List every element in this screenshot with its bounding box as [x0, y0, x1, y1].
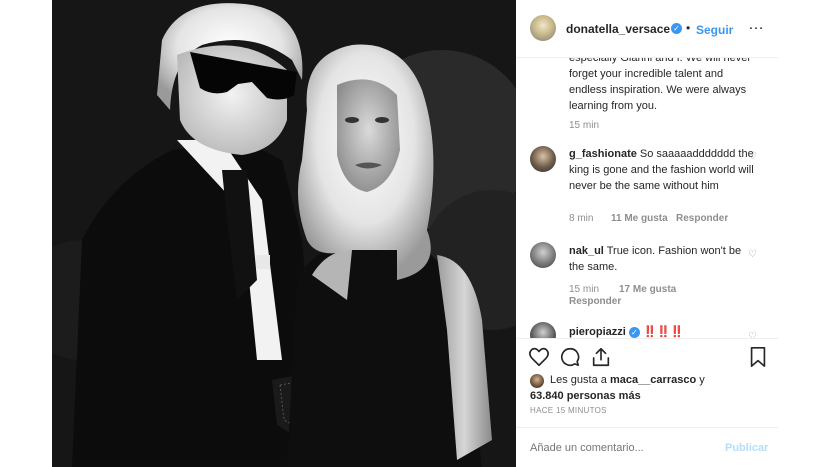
liker-username[interactable]: maca__carrasco [610, 374, 696, 386]
add-comment-bar: Publicar [516, 427, 778, 467]
verified-badge-icon: ✓ [671, 23, 682, 34]
action-bar [516, 340, 778, 376]
post-photo[interactable] [52, 0, 516, 467]
save-bookmark-icon[interactable] [748, 346, 768, 368]
post-photo-image [52, 0, 516, 467]
comment-likes[interactable]: 17 Me gusta [619, 284, 676, 295]
list-item: g_fashionate So saaaaaddddddd the king i… [569, 146, 754, 194]
commenter-avatar[interactable] [530, 322, 556, 338]
like-comment-heart-icon[interactable]: ♡ [748, 250, 758, 260]
likes-count[interactable]: 63.840 personas más [530, 390, 641, 402]
commenter-username[interactable]: nak_ul [569, 245, 604, 257]
commenter-avatar[interactable] [530, 242, 556, 268]
list-item: nak_ul True icon. Fashion won't be the s… [569, 243, 754, 275]
commenter-username[interactable]: g_fashionate [569, 148, 637, 160]
follow-button[interactable]: Seguir [696, 23, 733, 37]
author-username[interactable]: donatella_versace [566, 22, 670, 36]
list-item: pieropiazzi ✓ ‼️‼️‼️ [569, 324, 759, 338]
reply-button[interactable]: Responder [569, 296, 621, 307]
author-avatar[interactable] [530, 15, 556, 41]
likes-connector: y [699, 374, 705, 386]
comment-bubble-icon[interactable] [559, 346, 581, 368]
post-timestamp: HACE 15 MINUTOS [530, 406, 607, 415]
caption-text: especially Gianni and I. We will never f… [569, 58, 751, 112]
commenter-username[interactable]: pieropiazzi [569, 326, 626, 338]
comment-likes[interactable]: 11 Me gusta [611, 213, 668, 224]
like-heart-icon[interactable] [528, 346, 550, 368]
post-side-panel: donatella_versace ✓ • Seguir … especiall… [516, 0, 778, 467]
share-icon[interactable] [590, 346, 612, 368]
likes-prefix: Les gusta a [550, 374, 607, 386]
commenter-avatar[interactable] [530, 146, 556, 172]
likes-summary: Les gusta a maca__carrasco y 63.840 pers… [530, 372, 770, 404]
reply-button[interactable]: Responder [676, 213, 728, 224]
comment-text: ‼️‼️‼️ [642, 326, 685, 338]
caption-time: 15 min [569, 120, 600, 131]
publish-button[interactable]: Publicar [725, 442, 768, 454]
comments-list[interactable]: especially Gianni and I. We will never f… [516, 58, 778, 338]
more-options-icon[interactable]: … [748, 16, 765, 34]
separator-dot: • [686, 21, 691, 35]
section-divider [516, 338, 778, 339]
comment-time: 15 min [569, 284, 600, 295]
verified-badge-icon: ✓ [628, 326, 640, 338]
comment-time: 8 min [569, 213, 594, 224]
comment-input[interactable] [528, 436, 722, 460]
post-header: donatella_versace ✓ • Seguir … [516, 0, 778, 58]
like-comment-heart-icon[interactable]: ♡ [748, 152, 758, 162]
